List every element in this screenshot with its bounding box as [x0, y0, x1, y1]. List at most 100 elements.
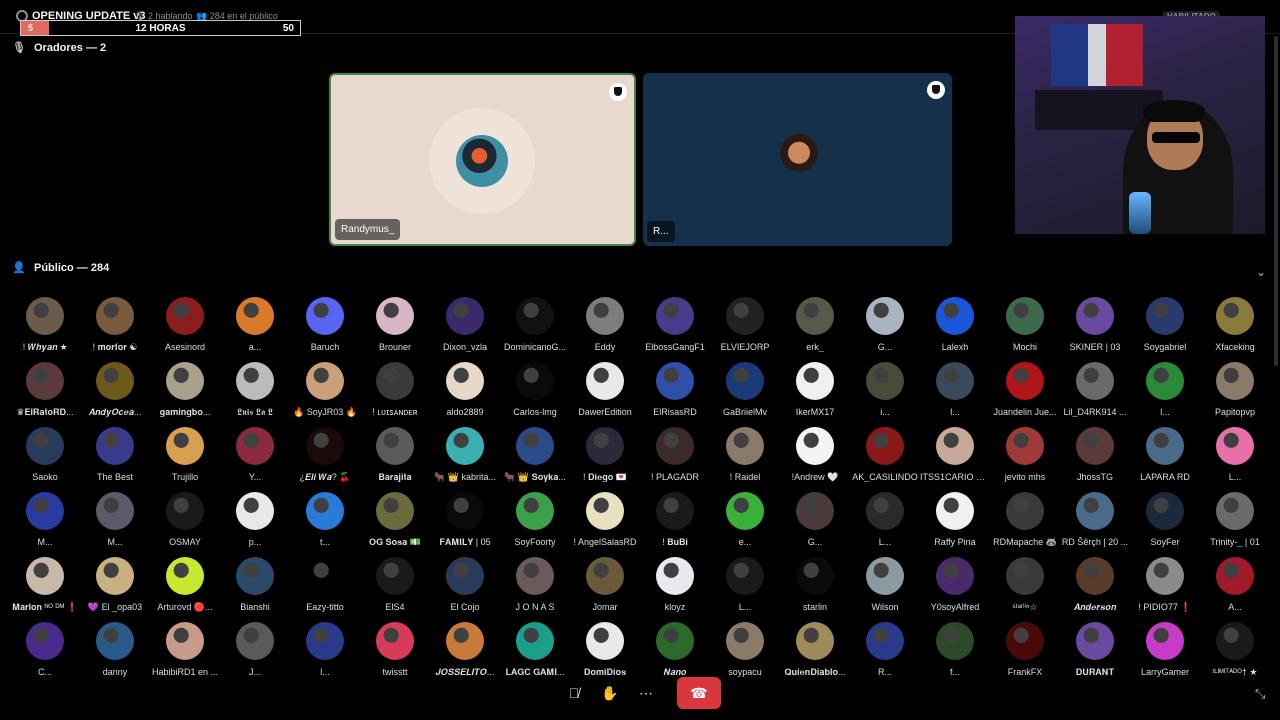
- audience-member[interactable]: Juandelin Jue...: [990, 362, 1060, 424]
- audience-member[interactable]: soypacu: [710, 622, 780, 684]
- audience-member[interactable]: LAPARA RD: [1130, 427, 1200, 489]
- audience-member[interactable]: aldo2889: [430, 362, 500, 424]
- audience-member[interactable]: G...: [780, 492, 850, 554]
- audience-member[interactable]: ¿𝑬𝒍𝒊 𝑾𝒂? 🍒: [290, 427, 360, 489]
- audience-member[interactable]: e...: [710, 492, 780, 554]
- audience-member[interactable]: ˢᵗᵃʳˡⁱⁿ☆: [990, 557, 1060, 619]
- audience-member[interactable]: !Andrew 🤍: [780, 427, 850, 489]
- audience-member[interactable]: OSMAY: [150, 492, 220, 554]
- audience-member[interactable]: twisstt: [360, 622, 430, 684]
- audience-member[interactable]: ! ʟᴜɪꜱᴀɴᴅᴇʀ: [360, 362, 430, 424]
- audience-member[interactable]: ElS4: [360, 557, 430, 619]
- audience-member[interactable]: erk_: [780, 297, 850, 359]
- audience-member[interactable]: A...: [1200, 557, 1270, 619]
- audience-member[interactable]: Dixon_vzla: [430, 297, 500, 359]
- audience-member[interactable]: Y...: [220, 427, 290, 489]
- raise-hand-icon[interactable]: ✋: [595, 679, 625, 707]
- audience-member[interactable]: G...: [850, 297, 920, 359]
- audience-member[interactable]: 𝐐𝐮𝐢𝐞𝐧𝐃𝐢𝐚𝐛𝐥𝐨...: [780, 622, 850, 684]
- audience-member[interactable]: Eazy-titto: [290, 557, 360, 619]
- audience-member[interactable]: t...: [290, 492, 360, 554]
- audience-member[interactable]: ! PIDIO77 ❗: [1130, 557, 1200, 619]
- audience-member[interactable]: 𝕷𝖚𝖎𝖘 𝕷𝖆 𝕷: [220, 362, 290, 424]
- audience-member[interactable]: DominicanoG...: [500, 297, 570, 359]
- audience-member[interactable]: l...: [1130, 362, 1200, 424]
- audience-member[interactable]: LarryGamer: [1130, 622, 1200, 684]
- speaker-card[interactable]: Randymus_: [329, 73, 636, 246]
- audience-member[interactable]: M...: [80, 492, 150, 554]
- audience-member[interactable]: 𝐋𝐀𝐆𝐂 𝐆𝐀𝐌𝐈...: [500, 622, 570, 684]
- audience-member[interactable]: R...: [850, 622, 920, 684]
- audience-member[interactable]: 𝐌𝐚𝐫𝐥𝐨𝐧 ᴺᴼ ᴰᴹ ❗: [10, 557, 80, 619]
- audience-member[interactable]: 🐂 👑 kabrita...: [430, 427, 500, 489]
- audience-member[interactable]: IkerMX17: [780, 362, 850, 424]
- audience-member[interactable]: 𝑵𝒂𝒏𝒐: [640, 622, 710, 684]
- audience-member[interactable]: Soygabriel: [1130, 297, 1200, 359]
- audience-member[interactable]: DawerEdition: [570, 362, 640, 424]
- audience-member[interactable]: 🐂 👑 𝐒𝐨𝐲𝐤𝐚...: [500, 427, 570, 489]
- audience-member[interactable]: 𝐠𝐚𝐦𝐢𝐧𝐠𝐛𝐨...: [150, 362, 220, 424]
- audience-member[interactable]: Papitopvp: [1200, 362, 1270, 424]
- audience-member[interactable]: Lil_D4RK914 ...: [1060, 362, 1130, 424]
- audience-member[interactable]: ᵗᴸᴵᴹᴵᵀᴬᴰᴼ† ★: [1200, 622, 1270, 684]
- audience-member[interactable]: Trujillo: [150, 427, 220, 489]
- audience-member[interactable]: ! AngelSalasRD: [570, 492, 640, 554]
- audience-member[interactable]: Saoko: [10, 427, 80, 489]
- audience-member[interactable]: L...: [850, 492, 920, 554]
- fullscreen-icon[interactable]: ⤡: [1255, 686, 1265, 702]
- audience-member[interactable]: ELVIEJORP: [710, 297, 780, 359]
- audience-member[interactable]: l...: [920, 362, 990, 424]
- audience-member[interactable]: ♛𝐄𝐥𝐑𝐚𝐭𝐨𝐑𝐃...: [10, 362, 80, 424]
- chevron-down-icon[interactable]: ⌄: [1256, 265, 1266, 279]
- audience-member[interactable]: ! 𝐦𝐨𝐫𝐟𝐨𝐫 ☯: [80, 297, 150, 359]
- audience-member[interactable]: Baruch: [290, 297, 360, 359]
- audience-member[interactable]: kloyz: [640, 557, 710, 619]
- audience-member[interactable]: HabibiRD1 en ...: [150, 622, 220, 684]
- audience-member[interactable]: ITSS1CARIO O...: [920, 427, 990, 489]
- audience-member[interactable]: Carlos-lmg: [500, 362, 570, 424]
- audience-member[interactable]: The Best: [80, 427, 150, 489]
- audience-member[interactable]: 𝐎𝐆 𝐒𝐨𝐬𝐚 💵: [360, 492, 430, 554]
- speaker-card[interactable]: R...: [643, 73, 952, 246]
- audience-member[interactable]: a...: [220, 297, 290, 359]
- mic-muted-icon[interactable]: 🎙̸: [559, 679, 589, 707]
- audience-member[interactable]: i...: [850, 362, 920, 424]
- audience-member[interactable]: Asesinord: [150, 297, 220, 359]
- audience-member[interactable]: AK_CASILINDO: [850, 427, 920, 489]
- audience-member[interactable]: ! 𝐃𝐢𝐞𝐠𝐨 💌: [570, 427, 640, 489]
- audience-member[interactable]: SoyFoorty: [500, 492, 570, 554]
- audience-member[interactable]: Y0soyAlfred: [920, 557, 990, 619]
- audience-member[interactable]: 𝐃𝐨𝐦𝐢𝐃𝐢𝐨𝐬: [570, 622, 640, 684]
- audience-member[interactable]: jevito mhs: [990, 427, 1060, 489]
- audience-member[interactable]: L...: [710, 557, 780, 619]
- scrollbar[interactable]: [1274, 36, 1278, 366]
- audience-member[interactable]: Wilson: [850, 557, 920, 619]
- audience-member[interactable]: FrankFX: [990, 622, 1060, 684]
- audience-member[interactable]: Lalexh: [920, 297, 990, 359]
- audience-member[interactable]: El Cojo: [430, 557, 500, 619]
- audience-member[interactable]: L...: [1200, 427, 1270, 489]
- audience-member[interactable]: 𝐃𝐔𝐑𝐀𝐍𝐓: [1060, 622, 1130, 684]
- audience-member[interactable]: l...: [290, 622, 360, 684]
- more-icon[interactable]: ⋯: [631, 679, 661, 707]
- audience-member[interactable]: ! 𝐁𝐮𝐁𝐢: [640, 492, 710, 554]
- audience-member[interactable]: 𝑨𝒏𝒅𝒚𝑶𝒄𝒆𝒂...: [80, 362, 150, 424]
- audience-member[interactable]: ElbossGangF1: [640, 297, 710, 359]
- audience-member[interactable]: Arturovd 🔴...: [150, 557, 220, 619]
- audience-member[interactable]: starlin: [780, 557, 850, 619]
- audience-member[interactable]: Mochi: [990, 297, 1060, 359]
- hang-up-icon[interactable]: ☎: [677, 677, 721, 709]
- audience-member[interactable]: ElRisasRD: [640, 362, 710, 424]
- audience-member[interactable]: 𝐁𝐚𝐫𝐚𝐣𝐢𝐭𝐚: [360, 427, 430, 489]
- audience-member[interactable]: M...: [10, 492, 80, 554]
- audience-member[interactable]: JhossTG: [1060, 427, 1130, 489]
- audience-member[interactable]: Eddy: [570, 297, 640, 359]
- audience-member[interactable]: GaBriielMv: [710, 362, 780, 424]
- audience-member[interactable]: Bianshi: [220, 557, 290, 619]
- audience-member[interactable]: 🔥 SoyJR03 🔥: [290, 362, 360, 424]
- audience-member[interactable]: ! 𝑾𝒉𝒚𝒂𝒏 ★: [10, 297, 80, 359]
- audience-member[interactable]: SoyFer: [1130, 492, 1200, 554]
- audience-member[interactable]: f...: [920, 622, 990, 684]
- audience-member[interactable]: Xfaceking: [1200, 297, 1270, 359]
- audience-member[interactable]: J...: [220, 622, 290, 684]
